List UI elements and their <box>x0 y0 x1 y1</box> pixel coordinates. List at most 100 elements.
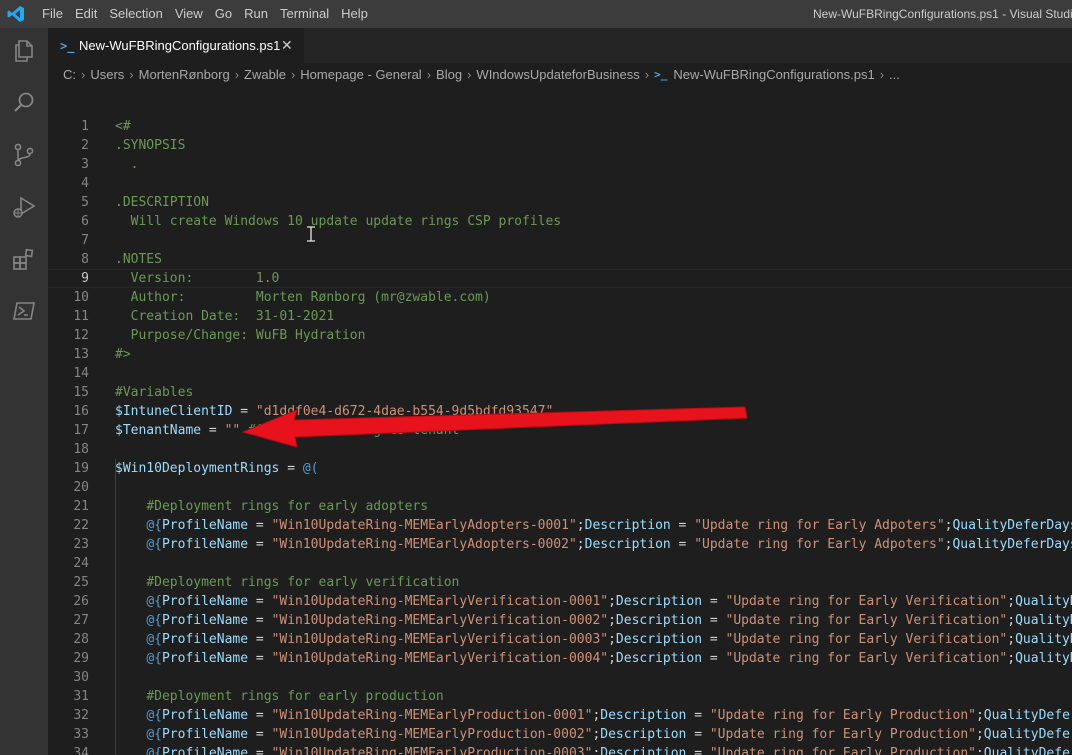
code-editor[interactable]: 1 <# 2 .SYNOPSIS 3 . 4 5 .DESCRIPTION 6 Will cre… <box>48 117 1072 755</box>
breadcrumb-item[interactable]: Users <box>90 67 124 82</box>
code-token: ; <box>975 727 984 742</box>
search-icon[interactable] <box>11 90 37 116</box>
code-line[interactable]: 17 $TenantName = "" #Change according to … <box>48 421 1072 440</box>
code-line[interactable]: 6 Will create Windows 10 update update r… <box>48 212 1072 231</box>
code-line[interactable]: 4 <box>48 174 1072 193</box>
code-token: Description <box>615 613 703 628</box>
menu-item-view[interactable]: View <box>169 0 209 28</box>
code-token: $TenantName <box>115 423 202 438</box>
powershell-icon[interactable] <box>11 298 37 324</box>
code-token: "Win10UpdateRing-MEMEarlyVerification-00… <box>271 632 609 647</box>
code-line[interactable]: 9 Version: 1.0 <box>48 269 1072 288</box>
source-control-icon[interactable] <box>11 142 37 168</box>
breadcrumb-item[interactable]: Blog <box>436 67 462 82</box>
code-token: ProfileName <box>161 746 249 755</box>
menu-item-selection[interactable]: Selection <box>103 0 168 28</box>
code-line[interactable]: 24 <box>48 554 1072 573</box>
code-token: ProfileName <box>161 613 249 628</box>
code-line[interactable]: 2 .SYNOPSIS <box>48 136 1072 155</box>
line-number: 34 <box>73 746 89 755</box>
line-number: 33 <box>73 727 89 742</box>
code-line[interactable]: 32 @{ProfileName = "Win10UpdateRing-MEME… <box>48 706 1072 725</box>
explorer-icon[interactable] <box>11 38 37 64</box>
breadcrumb-item[interactable]: Homepage - General <box>300 67 421 82</box>
code-token: QualityDeferDa <box>983 746 1072 755</box>
line-number: 13 <box>73 347 89 362</box>
code-text: #Deployment rings for early verification <box>115 573 459 592</box>
code-line[interactable]: 15 #Variables <box>48 383 1072 402</box>
code-line[interactable]: 33 @{ProfileName = "Win10UpdateRing-MEME… <box>48 725 1072 744</box>
code-token: Description <box>615 651 703 666</box>
tab-new-wufb-ring-configurations[interactable]: >_ New-WuFBRingConfigurations.ps1 ✕ <box>48 28 304 63</box>
code-line[interactable]: 5 .DESCRIPTION <box>48 193 1072 212</box>
code-token: = <box>248 632 272 647</box>
line-number: 29 <box>73 651 89 666</box>
code-line[interactable]: 18 <box>48 440 1072 459</box>
code-line[interactable]: 27 @{ProfileName = "Win10UpdateRing-MEME… <box>48 611 1072 630</box>
line-number: 26 <box>73 594 89 609</box>
code-line[interactable]: 22 @{ProfileName = "Win10UpdateRing-MEME… <box>48 516 1072 535</box>
code-text: @{ProfileName = "Win10UpdateRing-MEMEarl… <box>115 744 1072 755</box>
code-line[interactable]: 21 #Deployment rings for early adopters <box>48 497 1072 516</box>
code-token: "Win10UpdateRing-MEMEarlyProduction-0001… <box>271 708 593 723</box>
breadcrumb-item[interactable]: C: <box>63 67 76 82</box>
run-debug-icon[interactable] <box>11 194 37 220</box>
code-line[interactable]: 28 @{ProfileName = "Win10UpdateRing-MEME… <box>48 630 1072 649</box>
code-line[interactable]: 26 @{ProfileName = "Win10UpdateRing-MEME… <box>48 592 1072 611</box>
vscode-logo-icon[interactable] <box>7 6 25 22</box>
code-token: @{ <box>146 537 162 552</box>
breadcrumb-item[interactable]: MortenRønborg <box>139 67 230 82</box>
code-line[interactable]: 16 $IntuneClientID = "d1ddf0e4-d672-4dae-… <box>48 402 1072 421</box>
code-line[interactable]: 23 @{ProfileName = "Win10UpdateRing-MEME… <box>48 535 1072 554</box>
close-icon[interactable]: ✕ <box>281 28 293 63</box>
line-number: 31 <box>73 689 89 704</box>
line-number: 5 <box>81 195 89 210</box>
line-number: 25 <box>73 575 89 590</box>
code-line[interactable]: 34 @{ProfileName = "Win10UpdateRing-MEME… <box>48 744 1072 755</box>
code-line[interactable]: 29 @{ProfileName = "Win10UpdateRing-MEME… <box>48 649 1072 668</box>
code-line[interactable]: 10 Author: Morten Rønborg (mr@zwable.com… <box>48 288 1072 307</box>
code-token: #Change according to tenant <box>248 423 460 438</box>
code-line[interactable]: 12 Purpose/Change: WuFB Hydration <box>48 326 1072 345</box>
code-line[interactable]: 19 $Win10DeploymentRings = @( <box>48 459 1072 478</box>
code-token: "Win10UpdateRing-MEMEarlyAdopters-0002" <box>271 537 577 552</box>
code-token: @{ <box>146 518 162 533</box>
code-token: "d1ddf0e4-d672-4dae-b554-9d5bdfd93547" <box>255 404 554 419</box>
code-line[interactable]: 20 <box>48 478 1072 497</box>
menu-item-run[interactable]: Run <box>238 0 274 28</box>
code-line[interactable]: 13 #> <box>48 345 1072 364</box>
menu-item-edit[interactable]: Edit <box>69 0 103 28</box>
code-token: Description <box>600 727 687 742</box>
code-line[interactable]: 14 <box>48 364 1072 383</box>
code-text: $Win10DeploymentRings = @( <box>115 459 319 478</box>
code-token: QualityDeferDa <box>983 708 1072 723</box>
menu-item-help[interactable]: Help <box>335 0 374 28</box>
code-token: = <box>670 537 695 552</box>
menu-item-go[interactable]: Go <box>209 0 238 28</box>
code-line[interactable]: 3 . <box>48 155 1072 174</box>
code-token: = <box>248 518 272 533</box>
code-token: . <box>115 157 139 172</box>
code-token: ProfileName <box>161 537 249 552</box>
code-token: = <box>232 404 256 419</box>
breadcrumb-item[interactable]: New-WuFBRingConfigurations.ps1 <box>673 67 874 82</box>
code-line[interactable]: 30 <box>48 668 1072 687</box>
breadcrumb-item[interactable]: WIndowsUpdateforBusiness <box>476 67 639 82</box>
breadcrumb-item[interactable]: Zwable <box>244 67 286 82</box>
code-line[interactable]: 31 #Deployment rings for early productio… <box>48 687 1072 706</box>
code-line[interactable]: 7 <box>48 231 1072 250</box>
window-title: New-WuFBRingConfigurations.ps1 - Visual … <box>813 7 1072 21</box>
code-line[interactable]: 25 #Deployment rings for early verificat… <box>48 573 1072 592</box>
code-line[interactable]: 11 Creation Date: 31-01-2021 <box>48 307 1072 326</box>
breadcrumb-item[interactable]: ... <box>889 67 900 82</box>
code-token: QualityDeferDa <box>983 727 1072 742</box>
menu-item-file[interactable]: File <box>36 0 69 28</box>
code-line[interactable]: 8 .NOTES <box>48 250 1072 269</box>
code-line[interactable]: 1 <# <box>48 117 1072 136</box>
extensions-icon[interactable] <box>11 246 37 272</box>
code-token: Description <box>615 632 703 647</box>
menu-item-terminal[interactable]: Terminal <box>274 0 335 28</box>
